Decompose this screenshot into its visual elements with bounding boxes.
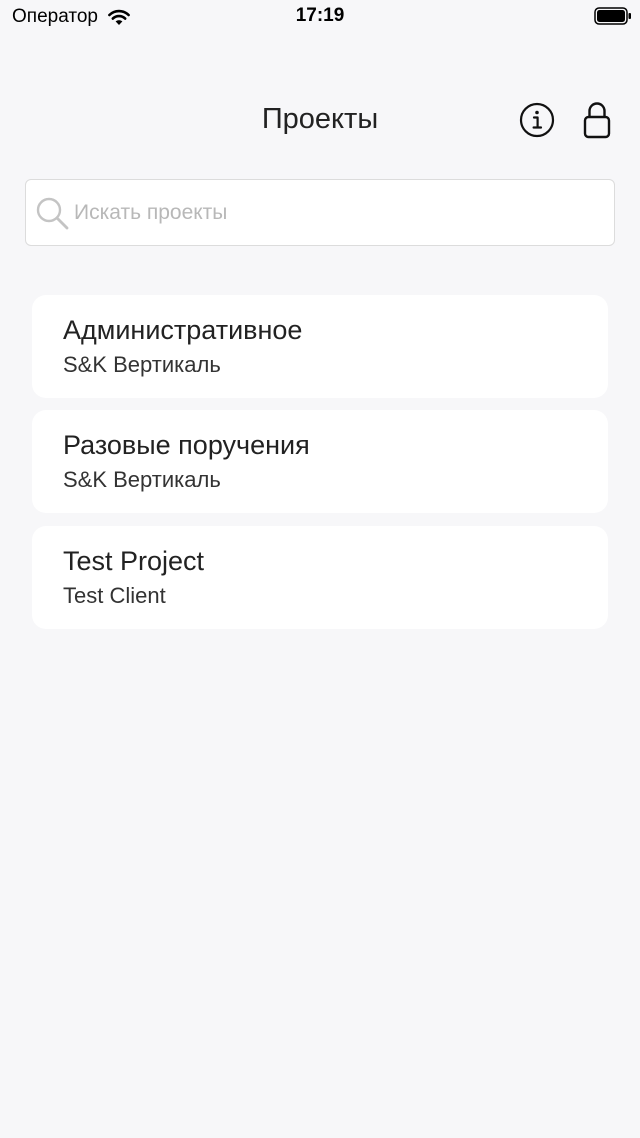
search-input[interactable]	[74, 180, 604, 245]
clock: 17:19	[295, 5, 345, 26]
project-card-administrative[interactable]: Административное S&K Вертикаль	[32, 295, 608, 398]
search-bar[interactable]	[25, 179, 615, 246]
project-client: Test Client	[63, 583, 166, 608]
battery-icon	[594, 7, 631, 25]
project-card-test-project[interactable]: Test Project Test Client	[32, 526, 608, 629]
status-bar: Оператор 17:19	[0, 0, 640, 34]
info-icon[interactable]	[519, 102, 555, 138]
project-card-one-off-tasks[interactable]: Разовые поручения S&K Вертикаль	[32, 410, 608, 513]
search-icon	[36, 197, 69, 230]
navigation-bar: Проекты	[0, 94, 640, 148]
project-client: S&K Вертикаль	[63, 352, 221, 377]
project-title: Test Project	[63, 546, 205, 576]
project-title: Административное	[63, 315, 303, 345]
project-client: S&K Вертикаль	[63, 467, 221, 492]
project-title: Разовые поручения	[63, 430, 310, 460]
lock-icon[interactable]	[582, 100, 612, 140]
